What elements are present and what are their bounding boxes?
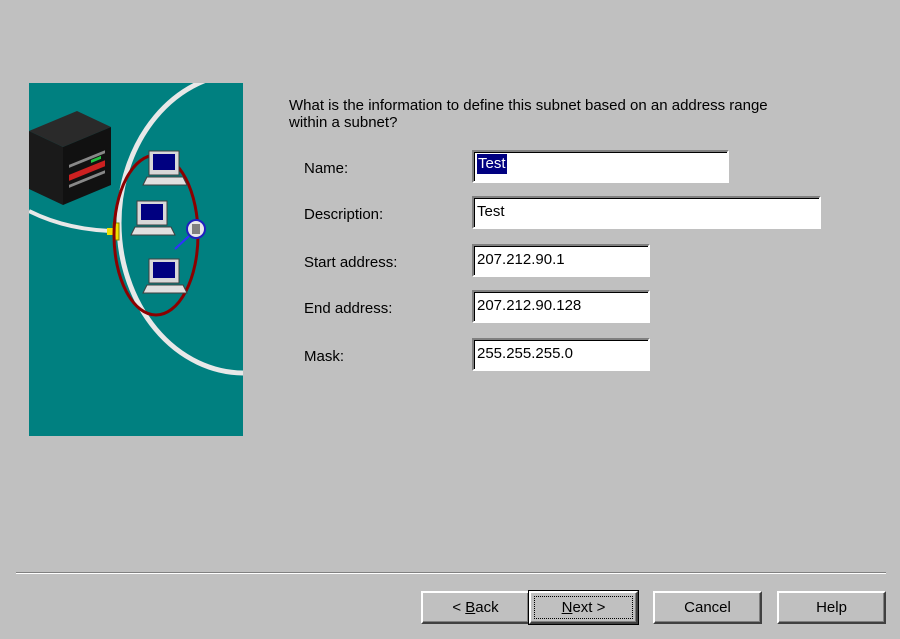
cancel-button[interactable]: Cancel bbox=[653, 591, 762, 624]
mask-input[interactable] bbox=[475, 341, 648, 365]
mask-label: Mask: bbox=[304, 348, 345, 365]
mask-field[interactable] bbox=[472, 338, 650, 371]
wizard-prompt: What is the information to define this s… bbox=[289, 97, 768, 131]
name-input[interactable] bbox=[475, 153, 725, 177]
help-button[interactable]: Help bbox=[777, 591, 886, 624]
next-button-accel: N bbox=[561, 598, 573, 616]
description-label: Description: bbox=[304, 206, 384, 223]
computer-icon bbox=[142, 258, 188, 294]
computer-icon bbox=[130, 200, 176, 236]
back-button[interactable]: < Back bbox=[421, 591, 530, 624]
next-button[interactable]: Next > bbox=[528, 590, 639, 625]
wizard-illustration bbox=[29, 83, 243, 436]
next-button-rest: ext > bbox=[572, 598, 606, 616]
end-address-label: End address: bbox=[304, 300, 393, 317]
end-address-field[interactable] bbox=[472, 290, 650, 323]
start-address-label: Start address: bbox=[304, 254, 398, 271]
description-field[interactable] bbox=[472, 196, 821, 229]
magnifier-icon bbox=[174, 219, 206, 250]
end-address-input[interactable] bbox=[475, 293, 648, 317]
name-field[interactable]: Test bbox=[472, 150, 729, 183]
description-input[interactable] bbox=[475, 199, 819, 223]
server-icon bbox=[29, 111, 111, 205]
start-address-input[interactable] bbox=[475, 247, 648, 271]
back-button-rest: ack bbox=[475, 598, 499, 616]
back-button-accel: B bbox=[465, 598, 476, 616]
back-button-prefix: < bbox=[452, 598, 466, 616]
button-separator bbox=[16, 572, 886, 574]
name-label: Name: bbox=[304, 160, 349, 177]
start-address-field[interactable] bbox=[472, 244, 650, 277]
